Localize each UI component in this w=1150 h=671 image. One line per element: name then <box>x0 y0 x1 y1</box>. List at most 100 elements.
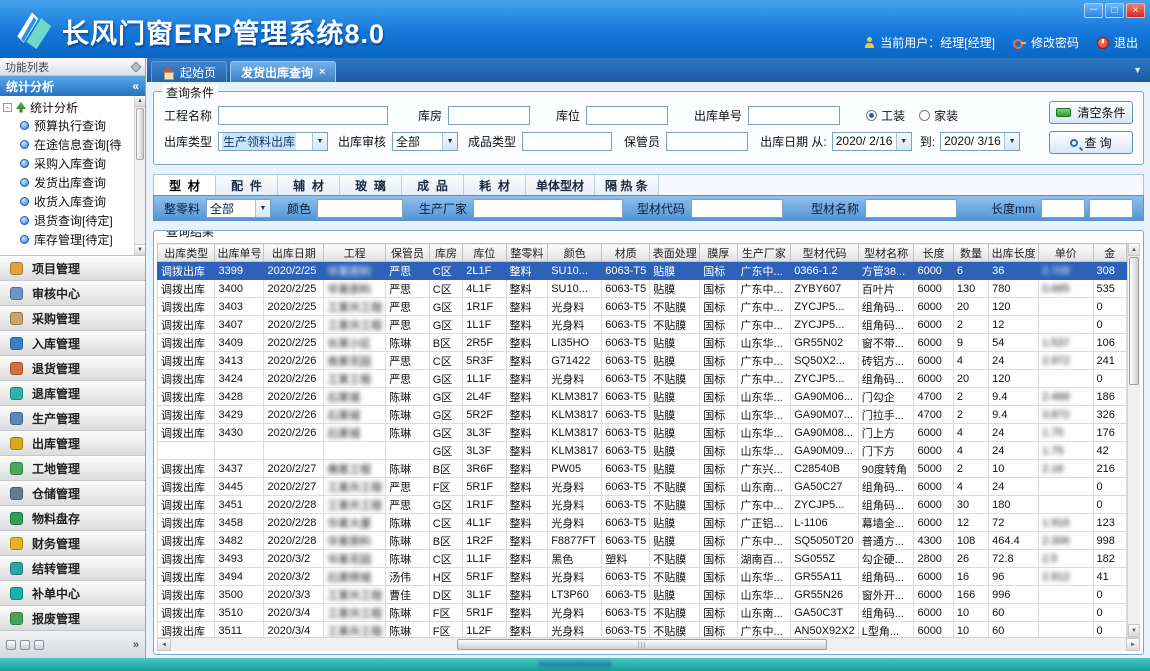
sidebar-module[interactable]: 补单中心 <box>0 581 145 606</box>
column-header[interactable]: 数量 <box>953 244 988 262</box>
column-header[interactable]: 金 <box>1093 244 1126 262</box>
horizontal-scrollbar-thumb[interactable]: ||| <box>457 639 827 650</box>
maximize-button[interactable]: □ <box>1105 3 1124 18</box>
radio-work-label[interactable]: 工装 <box>881 107 905 124</box>
warehouse-input[interactable] <box>448 106 530 125</box>
table-row[interactable]: 调拨出库34452020/2/27工某共工程严思F区5R1F整料光身料6063-… <box>158 478 1127 496</box>
column-header[interactable]: 出库日期 <box>264 244 324 262</box>
search-button[interactable]: 查 询 <box>1049 131 1133 154</box>
radio-home-install[interactable] <box>919 110 930 121</box>
table-row[interactable]: 调拨出库34942020/3/2石某辉城汤伟H区5R1F整料光身料6063-T5… <box>158 568 1127 586</box>
radio-home-label[interactable]: 家装 <box>934 107 958 124</box>
scroll-up-icon[interactable]: ▲ <box>135 96 145 107</box>
part-type-select[interactable]: 全部 ▼ <box>206 199 271 218</box>
scroll-down-icon[interactable]: ▼ <box>135 244 145 255</box>
table-row[interactable]: 调拨出库34372020/2/27佛某工程陈琳B区3R6F整料PW056063-… <box>158 460 1127 478</box>
table-row[interactable]: 调拨出库34032020/2/25工某共工程严思G区1R1F整料光身料6063-… <box>158 298 1127 316</box>
tree-item[interactable]: 退货查询[待定] <box>3 211 133 230</box>
sidebar-module[interactable]: 退库管理 <box>0 381 145 406</box>
vertical-scrollbar-thumb[interactable] <box>1129 257 1139 385</box>
table-row[interactable]: 调拨出库34002020/2/25华某原料严思C区4L1F整料SU10...60… <box>158 280 1127 298</box>
chevron-down-icon[interactable]: ▼ <box>442 133 457 150</box>
table-row[interactable]: 调拨出库35112020/3/4工某共工程陈琳F区1L2F整料光身料6063-T… <box>158 622 1127 638</box>
column-header[interactable]: 型材名称 <box>858 244 914 262</box>
project-name-input[interactable] <box>218 106 388 125</box>
table-row[interactable]: 调拨出库34242020/2/26工某工程严思G区1L1F整料光身料6063-T… <box>158 370 1127 388</box>
table-row[interactable]: 调拨出库34072020/2/25工某共工程严思G区1L1F整料光身料6063-… <box>158 316 1127 334</box>
material-tab[interactable]: 隔 热 条 <box>595 175 659 195</box>
chevron-down-icon[interactable]: ▼ <box>1004 133 1019 150</box>
product-type-input[interactable] <box>522 132 612 151</box>
column-header[interactable]: 膜厚 <box>700 244 737 262</box>
tree-scrollbar-thumb[interactable] <box>136 108 144 160</box>
sidebar-section-header[interactable]: 统计分析 « <box>0 76 145 96</box>
column-header[interactable]: 表面处理 <box>650 244 700 262</box>
horizontal-scrollbar[interactable]: ◄ ||| ► <box>157 637 1140 651</box>
collapse-icon[interactable]: « <box>132 79 139 93</box>
sidebar-module[interactable]: 工地管理 <box>0 456 145 481</box>
length-min-input[interactable] <box>1041 199 1085 218</box>
table-row[interactable]: 调拨出库34282020/2/26石某城陈琳G区2L4F整料KLM3817606… <box>158 388 1127 406</box>
sidebar-module[interactable]: 出库管理 <box>0 431 145 456</box>
sidebar-module[interactable]: 物料盘存 <box>0 506 145 531</box>
pin-icon[interactable] <box>130 61 141 72</box>
radio-work-install[interactable] <box>866 110 877 121</box>
table-row[interactable]: 调拨出库34132020/2/26南某花园严思C区5R3F整料G71422606… <box>158 352 1127 370</box>
profile-code-input[interactable] <box>691 199 783 218</box>
sidebar-module[interactable]: 退货管理 <box>0 356 145 381</box>
chevron-down-icon[interactable]: ▼ <box>255 200 270 217</box>
material-tab[interactable]: 辅 材 <box>278 175 340 195</box>
material-tab[interactable]: 玻 璃 <box>340 175 402 195</box>
table-row[interactable]: 调拨出库35102020/3/4工某共工程陈琳F区5R1F整料光身料6063-T… <box>158 604 1127 622</box>
material-tab[interactable]: 型 材 <box>154 175 216 195</box>
location-input[interactable] <box>586 106 668 125</box>
tree-root-node[interactable]: - 统计分析 <box>3 98 133 116</box>
more-buttons-icon[interactable]: » <box>133 639 139 651</box>
sidebar-module[interactable]: 项目管理 <box>0 256 145 281</box>
close-button[interactable]: × <box>1126 3 1145 18</box>
date-from-picker[interactable]: 2020/ 2/16 ▼ <box>832 132 912 151</box>
sidebar-module[interactable]: 财务管理 <box>0 531 145 556</box>
scroll-left-icon[interactable]: ◄ <box>157 638 171 651</box>
clear-conditions-button[interactable]: 清空条件 <box>1049 101 1133 124</box>
tree-item[interactable]: 在途信息查询[待 <box>3 135 133 154</box>
column-header[interactable]: 生产厂家 <box>737 244 791 262</box>
table-row[interactable]: 调拨出库34292020/2/26石某城陈琳G区5R2F整料KLM3817606… <box>158 406 1127 424</box>
tab-outbound-query[interactable]: 发货出库查询 × <box>230 61 336 82</box>
table-row[interactable]: 调拨出库34582020/2/28华某大厦陈琳C区4L1F整料光身料6063-T… <box>158 514 1127 532</box>
column-header[interactable]: 材质 <box>602 244 650 262</box>
sidebar-module[interactable]: 采购管理 <box>0 306 145 331</box>
expand-toggle-icon[interactable]: - <box>3 103 12 112</box>
table-row[interactable]: G区3L3F整料KLM38176063-T5贴膜国标山东华...GA90M09.… <box>158 442 1127 460</box>
column-header[interactable]: 库位 <box>463 244 506 262</box>
sidebar-module[interactable]: 报废管理 <box>0 606 145 631</box>
table-row[interactable]: 调拨出库34932020/3/2华某花园陈琳C区1L1F整料黑色塑料不贴膜国标湖… <box>158 550 1127 568</box>
table-row[interactable]: 调拨出库34092020/2/25长某小区陈琳B区2R5F整料LI35HO606… <box>158 334 1127 352</box>
scroll-up-icon[interactable]: ▲ <box>1128 243 1140 256</box>
factory-input[interactable] <box>473 199 623 218</box>
tab-close-icon[interactable]: × <box>319 67 325 78</box>
table-row[interactable]: 调拨出库35002020/3/3工某共工程曹佳D区3L1F整料LT3P60606… <box>158 586 1127 604</box>
column-header[interactable]: 出库长度 <box>989 244 1039 262</box>
tree-item[interactable]: 发货出库查询 <box>3 173 133 192</box>
settings-icon[interactable] <box>34 640 44 650</box>
sidebar-module[interactable]: 生产管理 <box>0 406 145 431</box>
chevron-down-icon[interactable]: ▼ <box>896 133 911 150</box>
column-header[interactable]: 出库单号 <box>215 244 264 262</box>
column-header[interactable]: 出库类型 <box>158 244 215 262</box>
column-header[interactable]: 型材代码 <box>791 244 859 262</box>
tab-home[interactable]: 起始页 <box>151 61 227 82</box>
minimize-button[interactable]: － <box>1084 3 1103 18</box>
scroll-down-icon[interactable]: ▼ <box>1128 624 1140 637</box>
tree-item[interactable]: 收货入库查询 <box>3 192 133 211</box>
material-tab[interactable]: 配 件 <box>216 175 278 195</box>
tree-item[interactable]: 预算执行查询 <box>3 116 133 135</box>
column-header[interactable]: 长度 <box>914 244 953 262</box>
chevron-down-icon[interactable]: ▼ <box>312 133 327 150</box>
material-tab[interactable]: 耗 材 <box>464 175 526 195</box>
sidebar-module[interactable]: 入库管理 <box>0 331 145 356</box>
length-max-input[interactable] <box>1089 199 1133 218</box>
tree-item[interactable]: 库存管理[待定] <box>3 230 133 249</box>
sidebar-module[interactable]: 审核中心 <box>0 281 145 306</box>
table-row[interactable]: 调拨出库34512020/2/28工某共工程严思G区1R1F整料光身料6063-… <box>158 496 1127 514</box>
